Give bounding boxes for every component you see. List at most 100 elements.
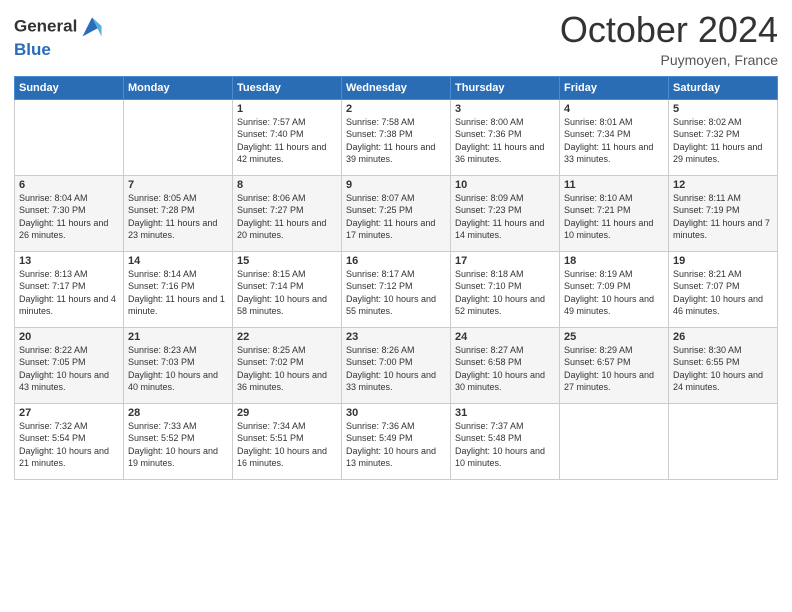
cell-4-6 [669,403,778,479]
cell-1-0: 6Sunrise: 8:04 AMSunset: 7:30 PMDaylight… [15,175,124,251]
cell-2-3: 16Sunrise: 8:17 AMSunset: 7:12 PMDayligh… [342,251,451,327]
day-info: Sunrise: 8:14 AMSunset: 7:16 PMDaylight:… [128,268,228,318]
day-number: 24 [455,331,555,343]
day-number: 11 [564,179,664,191]
cell-3-1: 21Sunrise: 8:23 AMSunset: 7:03 PMDayligh… [124,327,233,403]
day-info: Sunrise: 8:05 AMSunset: 7:28 PMDaylight:… [128,192,228,242]
week-row-0: 1Sunrise: 7:57 AMSunset: 7:40 PMDaylight… [15,99,778,175]
day-number: 31 [455,407,555,419]
col-wednesday: Wednesday [342,76,451,99]
day-number: 2 [346,103,446,115]
cell-0-5: 4Sunrise: 8:01 AMSunset: 7:34 PMDaylight… [560,99,669,175]
location-subtitle: Puymoyen, France [560,52,778,68]
day-info: Sunrise: 8:26 AMSunset: 7:00 PMDaylight:… [346,344,446,394]
day-number: 5 [673,103,773,115]
day-info: Sunrise: 8:27 AMSunset: 6:58 PMDaylight:… [455,344,555,394]
day-number: 22 [237,331,337,343]
day-info: Sunrise: 8:07 AMSunset: 7:25 PMDaylight:… [346,192,446,242]
day-number: 3 [455,103,555,115]
cell-1-5: 11Sunrise: 8:10 AMSunset: 7:21 PMDayligh… [560,175,669,251]
day-info: Sunrise: 7:58 AMSunset: 7:38 PMDaylight:… [346,116,446,166]
cell-0-2: 1Sunrise: 7:57 AMSunset: 7:40 PMDaylight… [233,99,342,175]
day-number: 14 [128,255,228,267]
day-number: 28 [128,407,228,419]
cell-4-3: 30Sunrise: 7:36 AMSunset: 5:49 PMDayligh… [342,403,451,479]
cell-3-4: 24Sunrise: 8:27 AMSunset: 6:58 PMDayligh… [451,327,560,403]
day-number: 6 [19,179,119,191]
day-number: 9 [346,179,446,191]
cell-1-6: 12Sunrise: 8:11 AMSunset: 7:19 PMDayligh… [669,175,778,251]
cell-0-3: 2Sunrise: 7:58 AMSunset: 7:38 PMDaylight… [342,99,451,175]
calendar-page: General Blue October 2024 Puymoyen, Fran… [0,0,792,612]
day-info: Sunrise: 8:18 AMSunset: 7:10 PMDaylight:… [455,268,555,318]
day-number: 27 [19,407,119,419]
day-number: 7 [128,179,228,191]
header: General Blue October 2024 Puymoyen, Fran… [14,10,778,68]
cell-4-0: 27Sunrise: 7:32 AMSunset: 5:54 PMDayligh… [15,403,124,479]
cell-0-4: 3Sunrise: 8:00 AMSunset: 7:36 PMDaylight… [451,99,560,175]
cell-0-0 [15,99,124,175]
week-row-1: 6Sunrise: 8:04 AMSunset: 7:30 PMDaylight… [15,175,778,251]
day-number: 19 [673,255,773,267]
header-row: Sunday Monday Tuesday Wednesday Thursday… [15,76,778,99]
col-thursday: Thursday [451,76,560,99]
day-info: Sunrise: 8:22 AMSunset: 7:05 PMDaylight:… [19,344,119,394]
day-number: 21 [128,331,228,343]
logo-blue: Blue [14,40,105,60]
cell-0-6: 5Sunrise: 8:02 AMSunset: 7:32 PMDaylight… [669,99,778,175]
week-row-3: 20Sunrise: 8:22 AMSunset: 7:05 PMDayligh… [15,327,778,403]
day-info: Sunrise: 7:33 AMSunset: 5:52 PMDaylight:… [128,420,228,470]
month-title: October 2024 [560,10,778,50]
col-sunday: Sunday [15,76,124,99]
day-info: Sunrise: 8:09 AMSunset: 7:23 PMDaylight:… [455,192,555,242]
day-info: Sunrise: 8:02 AMSunset: 7:32 PMDaylight:… [673,116,773,166]
cell-2-5: 18Sunrise: 8:19 AMSunset: 7:09 PMDayligh… [560,251,669,327]
title-block: October 2024 Puymoyen, France [560,10,778,68]
cell-4-2: 29Sunrise: 7:34 AMSunset: 5:51 PMDayligh… [233,403,342,479]
day-number: 16 [346,255,446,267]
day-info: Sunrise: 8:00 AMSunset: 7:36 PMDaylight:… [455,116,555,166]
cell-1-2: 8Sunrise: 8:06 AMSunset: 7:27 PMDaylight… [233,175,342,251]
col-friday: Friday [560,76,669,99]
day-number: 4 [564,103,664,115]
day-info: Sunrise: 8:13 AMSunset: 7:17 PMDaylight:… [19,268,119,318]
cell-4-1: 28Sunrise: 7:33 AMSunset: 5:52 PMDayligh… [124,403,233,479]
day-info: Sunrise: 8:19 AMSunset: 7:09 PMDaylight:… [564,268,664,318]
cell-3-3: 23Sunrise: 8:26 AMSunset: 7:00 PMDayligh… [342,327,451,403]
logo-text: General [14,14,105,40]
cell-3-2: 22Sunrise: 8:25 AMSunset: 7:02 PMDayligh… [233,327,342,403]
cell-3-5: 25Sunrise: 8:29 AMSunset: 6:57 PMDayligh… [560,327,669,403]
cell-4-4: 31Sunrise: 7:37 AMSunset: 5:48 PMDayligh… [451,403,560,479]
cell-2-1: 14Sunrise: 8:14 AMSunset: 7:16 PMDayligh… [124,251,233,327]
day-info: Sunrise: 8:15 AMSunset: 7:14 PMDaylight:… [237,268,337,318]
day-info: Sunrise: 8:30 AMSunset: 6:55 PMDaylight:… [673,344,773,394]
day-info: Sunrise: 8:10 AMSunset: 7:21 PMDaylight:… [564,192,664,242]
logo-icon [79,14,105,40]
day-info: Sunrise: 8:17 AMSunset: 7:12 PMDaylight:… [346,268,446,318]
week-row-2: 13Sunrise: 8:13 AMSunset: 7:17 PMDayligh… [15,251,778,327]
day-info: Sunrise: 8:25 AMSunset: 7:02 PMDaylight:… [237,344,337,394]
cell-1-1: 7Sunrise: 8:05 AMSunset: 7:28 PMDaylight… [124,175,233,251]
logo: General Blue [14,14,105,60]
day-number: 26 [673,331,773,343]
day-info: Sunrise: 8:11 AMSunset: 7:19 PMDaylight:… [673,192,773,242]
cell-3-0: 20Sunrise: 8:22 AMSunset: 7:05 PMDayligh… [15,327,124,403]
day-number: 30 [346,407,446,419]
day-info: Sunrise: 7:36 AMSunset: 5:49 PMDaylight:… [346,420,446,470]
day-number: 17 [455,255,555,267]
cell-2-2: 15Sunrise: 8:15 AMSunset: 7:14 PMDayligh… [233,251,342,327]
day-info: Sunrise: 8:01 AMSunset: 7:34 PMDaylight:… [564,116,664,166]
day-number: 25 [564,331,664,343]
day-number: 20 [19,331,119,343]
day-info: Sunrise: 8:04 AMSunset: 7:30 PMDaylight:… [19,192,119,242]
day-info: Sunrise: 7:57 AMSunset: 7:40 PMDaylight:… [237,116,337,166]
cell-2-6: 19Sunrise: 8:21 AMSunset: 7:07 PMDayligh… [669,251,778,327]
col-tuesday: Tuesday [233,76,342,99]
cell-1-3: 9Sunrise: 8:07 AMSunset: 7:25 PMDaylight… [342,175,451,251]
day-number: 15 [237,255,337,267]
day-info: Sunrise: 7:34 AMSunset: 5:51 PMDaylight:… [237,420,337,470]
day-number: 13 [19,255,119,267]
day-info: Sunrise: 8:06 AMSunset: 7:27 PMDaylight:… [237,192,337,242]
day-number: 12 [673,179,773,191]
cell-3-6: 26Sunrise: 8:30 AMSunset: 6:55 PMDayligh… [669,327,778,403]
